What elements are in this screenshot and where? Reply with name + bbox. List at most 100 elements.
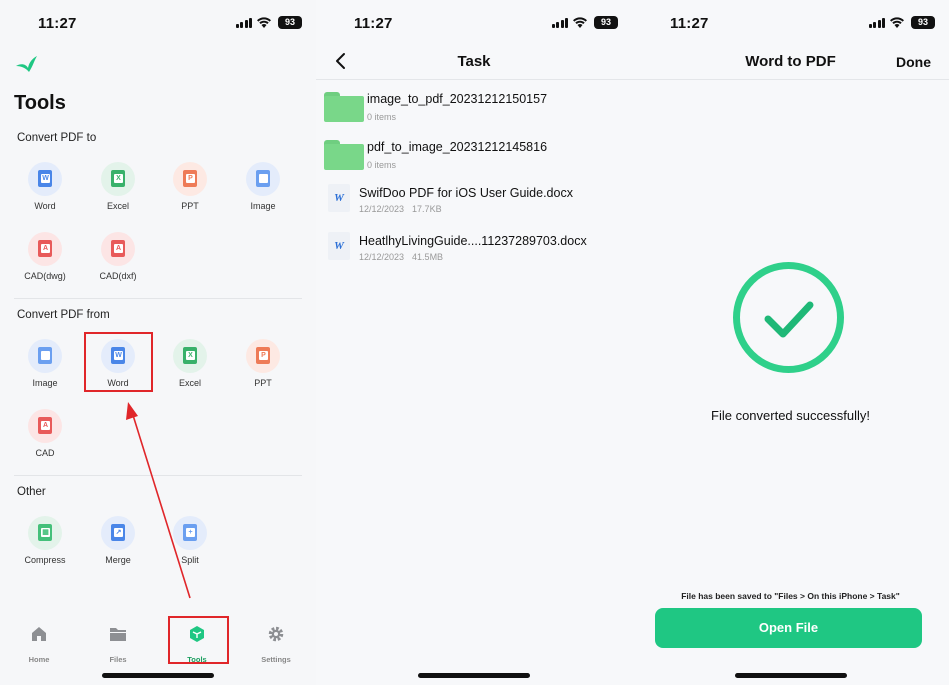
tab-files[interactable]: Files — [88, 625, 148, 664]
tool-label: Excel — [106, 201, 129, 211]
image-icon — [28, 339, 62, 373]
status-bar: 11:27 93 — [316, 0, 632, 48]
tab-label: Home — [28, 655, 50, 664]
file-row-folder[interactable]: pdf_to_image_20231212145816 0 items — [316, 131, 632, 179]
file-name: pdf_to_image_20231212145816 — [367, 140, 548, 154]
file-name: image_to_pdf_20231212150157 — [367, 92, 548, 106]
cellular-signal-icon — [868, 18, 885, 28]
success-checkmark-icon — [733, 262, 844, 373]
file-meta: 0 items — [367, 160, 396, 170]
highlight-box-word — [84, 332, 153, 392]
tool-to-cad-dwg[interactable]: A CAD(dwg) — [10, 232, 80, 281]
compress-icon: ▦ — [28, 516, 62, 550]
tool-compress[interactable]: ▦ Compress — [10, 516, 80, 565]
home-indicator — [418, 673, 530, 678]
word-icon: W — [28, 162, 62, 196]
section-title-other: Other — [17, 486, 46, 498]
result-screen: 11:27 93 Word to PDF Done File converted… — [632, 0, 949, 685]
home-icon — [32, 627, 46, 641]
folder-icon — [324, 92, 364, 122]
file-date: 12/12/2023 — [359, 252, 405, 262]
tool-label: PPT — [254, 378, 272, 388]
tab-home[interactable]: Home — [9, 625, 69, 664]
tool-to-cad-dxf[interactable]: A CAD(dxf) — [83, 232, 153, 281]
cad-icon: A — [28, 232, 62, 266]
cad-icon: A — [101, 232, 135, 266]
word-doc-icon: W — [328, 232, 350, 260]
status-time: 11:27 — [38, 15, 77, 32]
page-title: Tools — [14, 92, 66, 114]
done-button[interactable]: Done — [896, 54, 931, 70]
file-date: 12/12/2023 — [359, 204, 405, 214]
item-count: 0 items — [367, 160, 397, 170]
tool-label: Merge — [105, 555, 131, 565]
tool-label: Split — [181, 555, 199, 565]
tab-label: Files — [109, 655, 127, 664]
home-indicator — [734, 673, 847, 678]
tool-label: Word — [34, 201, 56, 211]
status-bar: 11:27 93 — [632, 0, 949, 48]
file-name: Heatlhy​LivingGuide....11237289703.docx — [359, 234, 587, 248]
file-size: 17.7KB — [412, 204, 442, 214]
tool-merge[interactable]: ↗ Merge — [83, 516, 153, 565]
wifi-icon — [257, 17, 271, 28]
divider — [14, 298, 302, 299]
merge-icon: ↗ — [101, 516, 135, 550]
file-meta: 12/12/2023 41.5MB — [359, 252, 443, 262]
tool-label: Image — [32, 378, 58, 388]
file-row-docx[interactable]: W SwifDoo PDF for iOS User Guide.docx 12… — [316, 179, 632, 227]
nav-bar: Word to PDF Done — [632, 44, 949, 80]
tool-label: Image — [250, 201, 276, 211]
tool-to-ppt[interactable]: P PPT — [155, 162, 225, 211]
file-name: SwifDoo PDF for iOS User Guide.docx — [359, 186, 573, 200]
tool-from-image[interactable]: Image — [10, 339, 80, 388]
wifi-icon — [573, 17, 587, 28]
file-row-docx[interactable]: W Heatlhy​LivingGuide....11237289703.doc… — [316, 227, 632, 275]
word-doc-icon: W — [328, 184, 350, 212]
nav-title: Task — [457, 53, 491, 70]
gear-icon — [268, 626, 284, 642]
open-file-button[interactable]: Open File — [655, 608, 922, 648]
tab-bar: Home Files Tools Settings — [0, 615, 316, 665]
tool-from-ppt[interactable]: P PPT — [228, 339, 298, 388]
status-bar: 11:27 93 — [0, 0, 316, 48]
status-time: 11:27 — [354, 15, 393, 32]
tool-from-cad[interactable]: A CAD — [10, 409, 80, 458]
cad-icon: A — [28, 409, 62, 443]
saved-location-message: File has been saved to "Files > On this … — [681, 591, 900, 601]
excel-icon: X — [173, 339, 207, 373]
tab-label: Settings — [261, 655, 291, 664]
home-indicator — [102, 673, 214, 678]
task-screen: 11:27 93 Task image_to_pdf_2023121215015… — [316, 0, 632, 685]
tool-to-word[interactable]: W Word — [10, 162, 80, 211]
tool-label: PPT — [181, 201, 199, 211]
excel-icon: X — [101, 162, 135, 196]
tool-to-image[interactable]: Image — [228, 162, 298, 211]
tool-to-excel[interactable]: X Excel — [83, 162, 153, 211]
wifi-icon — [890, 17, 904, 28]
cellular-signal-icon — [235, 18, 252, 28]
folder-icon — [324, 140, 364, 170]
section-title-convert-to: Convert PDF to — [17, 132, 97, 144]
file-size: 41.5MB — [412, 252, 444, 262]
tool-label: Compress — [24, 555, 66, 565]
tool-label: CAD(dwg) — [24, 271, 66, 281]
section-title-convert-from: Convert PDF from — [17, 309, 110, 321]
file-row-folder[interactable]: image_to_pdf_20231212150157 0 items — [316, 83, 632, 131]
tools-screen: 11:27 93 Tools Convert PDF to W Word X E… — [0, 0, 316, 685]
status-time: 11:27 — [670, 15, 709, 32]
tab-settings[interactable]: Settings — [246, 625, 306, 664]
item-count: 0 items — [367, 112, 397, 122]
cellular-signal-icon — [551, 18, 568, 28]
swifdoo-logo-icon — [16, 56, 37, 72]
file-meta: 12/12/2023 17.7KB — [359, 204, 442, 214]
tool-from-excel[interactable]: X Excel — [155, 339, 225, 388]
tool-label: CAD — [35, 448, 55, 458]
divider — [14, 475, 302, 476]
tool-split[interactable]: + Split — [155, 516, 225, 565]
battery-icon: 93 — [911, 16, 935, 29]
battery-icon: 93 — [594, 16, 618, 29]
split-icon: + — [173, 516, 207, 550]
file-meta: 0 items — [367, 112, 396, 122]
image-icon — [246, 162, 280, 196]
